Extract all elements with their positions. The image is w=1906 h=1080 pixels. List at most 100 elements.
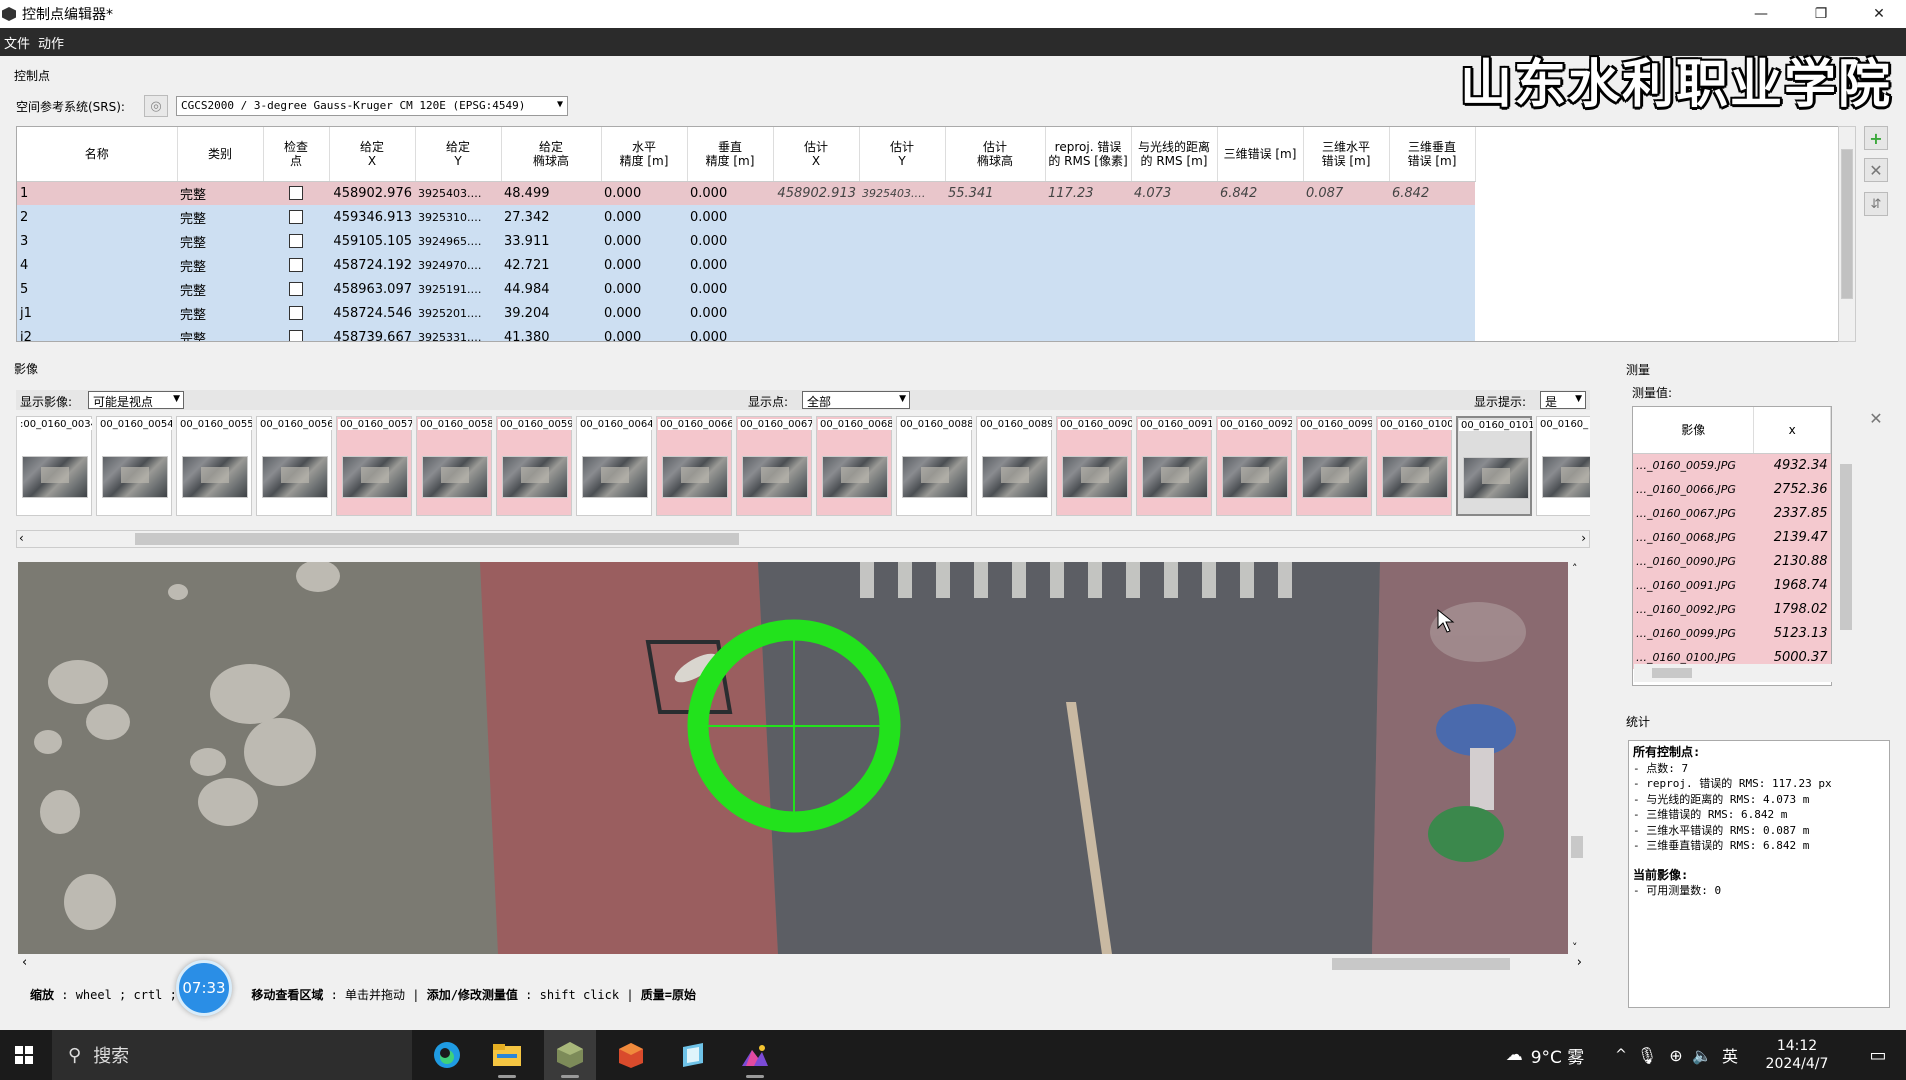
checkpoint-checkbox[interactable] xyxy=(289,210,303,224)
taskbar-edge[interactable] xyxy=(422,1030,472,1080)
table-row[interactable]: j1 完整 458724.546 3925201.… 39.204 0.000 0.000 xyxy=(17,301,1475,325)
table-row[interactable]: 2 完整 459346.913 3925310.… 27.342 0.000 0.000 xyxy=(17,205,1475,229)
column-header[interactable]: 水平 精度 [m] xyxy=(601,127,688,182)
delete-measurement-button[interactable]: ✕ xyxy=(1864,406,1888,430)
volume-icon[interactable]: 🔈 xyxy=(1690,1030,1714,1080)
checkpoint-checkbox[interactable] xyxy=(289,258,303,272)
image-viewer[interactable] xyxy=(18,562,1568,954)
image-thumbnail[interactable]: 00_0160_0101 xyxy=(1456,416,1533,516)
notification-icon[interactable]: ▭ xyxy=(1858,1030,1898,1080)
viewer-horizontal-scrollbar[interactable]: ‹ › xyxy=(18,954,1586,974)
clock[interactable]: 14:12 2024/4/7 xyxy=(1752,1030,1842,1080)
image-thumbnail[interactable]: 00_0160_0068 xyxy=(816,416,892,516)
checkpoint-checkbox[interactable] xyxy=(289,330,303,341)
scrollbar-thumb[interactable] xyxy=(1332,958,1510,970)
measurements-horizontal-scrollbar[interactable] xyxy=(1634,664,1838,682)
column-header[interactable]: 三维错误 [m] xyxy=(1217,127,1304,182)
taskbar-app-blue[interactable] xyxy=(668,1030,718,1080)
menu-actions[interactable]: 动作 xyxy=(34,33,68,52)
checkpoint-checkbox-cell[interactable] xyxy=(263,301,329,325)
table-scrollbar[interactable] xyxy=(1838,126,1856,342)
table-row[interactable]: …_0160_0059.JPG 4932.34 xyxy=(1633,453,1831,477)
column-header[interactable]: 垂直 精度 [m] xyxy=(687,127,774,182)
taskbar-file-explorer[interactable] xyxy=(482,1030,532,1080)
image-thumbnail[interactable]: 00_0160_0056 xyxy=(256,416,332,516)
restore-button[interactable]: ❐ xyxy=(1798,0,1844,28)
table-row[interactable]: …_0160_0066.JPG 2752.36 xyxy=(1633,477,1831,501)
column-header[interactable]: 估计 Y xyxy=(859,127,946,182)
column-header[interactable]: reproj. 错误 的 RMS [像素] xyxy=(1045,127,1132,182)
table-row[interactable]: …_0160_0092.JPG 1798.02 xyxy=(1633,597,1831,621)
image-thumbnail[interactable]: 00_0160_0058 xyxy=(416,416,492,516)
chevron-right-icon[interactable]: › xyxy=(1577,955,1582,970)
show-hints-select[interactable]: 是 ▼ xyxy=(1540,391,1586,409)
image-thumbnail[interactable]: 00_0160_0092 xyxy=(1216,416,1292,516)
checkpoint-checkbox-cell[interactable] xyxy=(263,277,329,301)
image-thumbnail[interactable]: 00_0160_0055 xyxy=(176,416,252,516)
checkpoint-checkbox[interactable] xyxy=(289,186,303,201)
chevron-up-icon[interactable]: ^ xyxy=(1610,1030,1632,1080)
column-header-image[interactable]: 影像 xyxy=(1633,407,1755,454)
scrollbar-thumb[interactable] xyxy=(1571,836,1583,858)
taskbar-search[interactable]: ⚲ 搜索 xyxy=(52,1030,412,1080)
column-header[interactable]: 检查 点 xyxy=(263,127,330,182)
start-button[interactable] xyxy=(0,1030,48,1080)
chevron-down-icon[interactable]: ˅ xyxy=(1572,941,1578,954)
image-thumbnail[interactable]: :00_0160_0034 xyxy=(16,416,92,516)
checkpoint-checkbox[interactable] xyxy=(289,234,303,248)
checkpoint-checkbox[interactable] xyxy=(289,282,303,296)
scrollbar-thumb[interactable] xyxy=(1840,464,1852,630)
image-thumbnail[interactable]: 00_0160_0054 xyxy=(96,416,172,516)
image-thumbnail[interactable]: 00_0160_0099 xyxy=(1296,416,1372,516)
table-row[interactable]: …_0160_0099.JPG 5123.13 xyxy=(1633,621,1831,645)
table-row[interactable]: …_0160_0067.JPG 2337.85 xyxy=(1633,501,1831,525)
column-header[interactable]: 三维水平 错误 [m] xyxy=(1303,127,1390,182)
taskbar-metashape[interactable] xyxy=(544,1030,596,1080)
menu-file[interactable]: 文件 xyxy=(0,33,34,52)
show-images-select[interactable]: 可能是视点 ▼ xyxy=(88,391,184,409)
image-thumbnail[interactable]: 00_0160_0090 xyxy=(1056,416,1132,516)
column-header[interactable]: 估计 X xyxy=(773,127,860,182)
table-row[interactable]: 5 完整 458963.097 3925191.… 44.984 0.000 0.000 xyxy=(17,277,1475,301)
import-points-button[interactable]: ⇵ xyxy=(1864,192,1888,216)
scrollbar-thumb[interactable] xyxy=(1652,668,1692,678)
minimize-button[interactable]: — xyxy=(1738,0,1784,28)
scrollbar-thumb[interactable] xyxy=(1841,149,1853,299)
image-thumbnail[interactable]: 00_0160_0066 xyxy=(656,416,732,516)
chevron-left-icon[interactable]: ‹ xyxy=(22,955,27,970)
table-row[interactable]: 1 完整 458902.976 3925403.… 48.499 0.000 0.000 45… xyxy=(17,181,1475,205)
image-thumbnail[interactable]: 00_0160_0088 xyxy=(896,416,972,516)
taskbar-app-red[interactable] xyxy=(606,1030,656,1080)
image-thumbnail[interactable]: 00_0160_0100 xyxy=(1376,416,1452,516)
checkpoint-checkbox-cell[interactable] xyxy=(263,205,329,229)
column-header[interactable]: 估计 椭球高 xyxy=(945,127,1046,182)
ime-indicator[interactable]: 英 xyxy=(1718,1030,1742,1080)
column-header[interactable]: 给定 X xyxy=(329,127,416,182)
chevron-right-icon[interactable]: › xyxy=(1581,531,1586,545)
close-button[interactable]: ✕ xyxy=(1856,0,1902,28)
show-points-select[interactable]: 全部 ▼ xyxy=(802,391,910,409)
image-thumbnail[interactable]: 00_0160_0064 xyxy=(576,416,652,516)
delete-point-button[interactable]: ✕ xyxy=(1864,158,1888,182)
image-thumbnail[interactable]: 00_0160_0059 xyxy=(496,416,572,516)
srs-select[interactable]: CGCS2000 / 3-degree Gauss-Kruger CM 120E… xyxy=(176,96,568,116)
table-row[interactable]: 3 完整 459105.105 3924965.… 33.911 0.000 0.000 xyxy=(17,229,1475,253)
thumbnail-scrollbar[interactable]: ‹ › xyxy=(16,530,1590,548)
table-row[interactable]: 4 完整 458724.192 3924970.… 42.721 0.000 0.000 xyxy=(17,253,1475,277)
checkpoint-checkbox-cell[interactable] xyxy=(263,229,329,253)
column-header[interactable]: 给定 Y xyxy=(415,127,502,182)
image-thumbnail[interactable]: 00_0160_0091 xyxy=(1136,416,1212,516)
image-thumbnail[interactable]: 00_0160_0067 xyxy=(736,416,812,516)
srs-globe-button[interactable]: ◎ xyxy=(144,95,168,117)
column-header[interactable]: 给定 椭球高 xyxy=(501,127,602,182)
weather-widget[interactable]: ☁ 9°C 雾 xyxy=(1480,1030,1610,1080)
column-header[interactable]: 类别 xyxy=(177,127,264,182)
image-thumbnail[interactable]: 00_0160_0057 xyxy=(336,416,412,516)
image-thumbnail[interactable]: 00_0160_ xyxy=(1536,416,1590,516)
table-row[interactable]: …_0160_0091.JPG 1968.74 xyxy=(1633,573,1831,597)
column-header[interactable]: 与光线的距离 的 RMS [m] xyxy=(1131,127,1218,182)
measurements-vertical-scrollbar[interactable] xyxy=(1838,406,1854,664)
column-header-x[interactable]: x xyxy=(1753,407,1831,454)
checkpoint-checkbox[interactable] xyxy=(289,306,303,320)
network-icon[interactable]: ⊕ xyxy=(1664,1030,1688,1080)
